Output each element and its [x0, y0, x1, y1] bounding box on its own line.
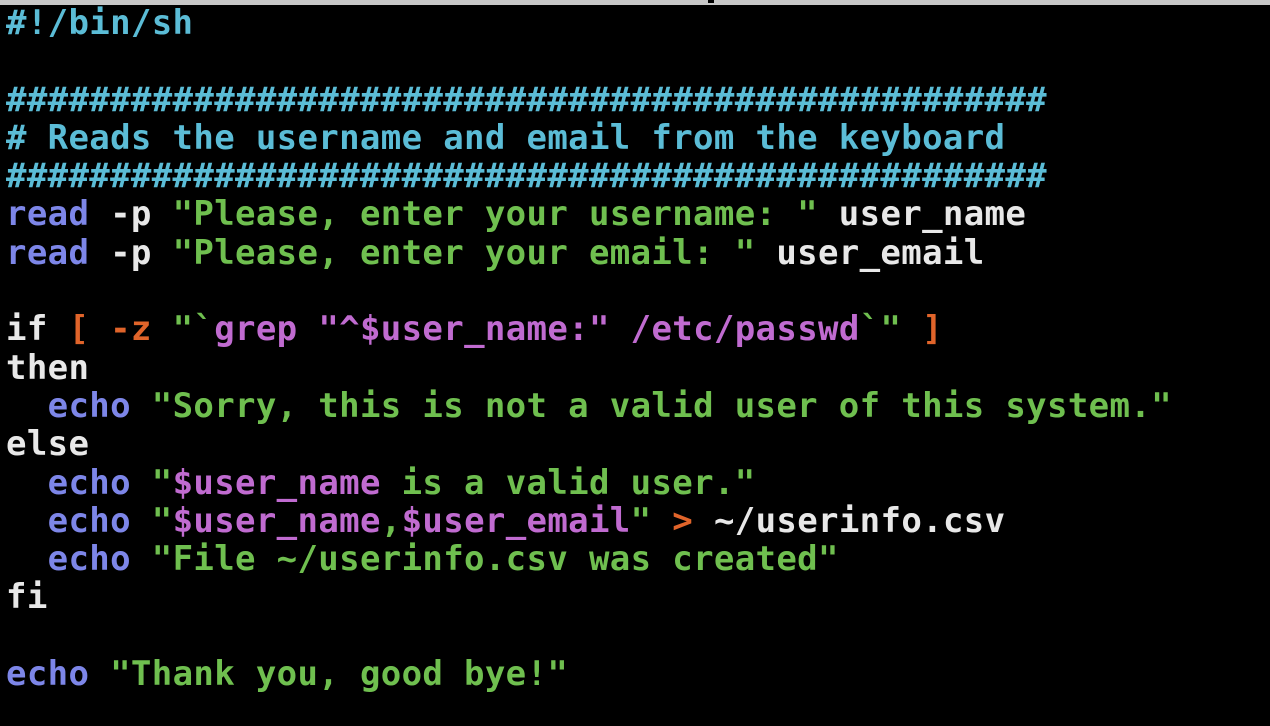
- code-token: -p: [89, 232, 173, 273]
- text-cursor-marker: [708, 0, 714, 3]
- code-token: ": [151, 462, 173, 503]
- code-line: echo "Sorry, this is not a valid user of…: [6, 387, 1266, 425]
- code-token: ": [151, 500, 173, 541]
- code-token: ]: [901, 309, 943, 350]
- code-line: if [ -z "`grep "^$user_name:" /etc/passw…: [6, 310, 1266, 348]
- terminal-window: #!/bin/sh ##############################…: [0, 0, 1270, 726]
- code-token: >: [651, 500, 714, 541]
- code-token: is a valid user.": [380, 462, 756, 503]
- code-token: "Please, enter your email: ": [172, 232, 756, 273]
- code-token: ~/userinfo.csv: [713, 500, 1006, 541]
- code-token: "Thank you, good bye!": [110, 654, 569, 695]
- code-token: [ -z: [68, 309, 173, 350]
- code-token: user_email: [755, 232, 985, 273]
- code-token: grep: [214, 309, 319, 350]
- code-line: # Reads the username and email from the …: [6, 119, 1266, 157]
- code-line: then: [6, 349, 1266, 387]
- code-token: ########################################…: [6, 79, 1047, 120]
- code-token: else: [6, 424, 90, 465]
- code-token: fi: [6, 577, 48, 618]
- code-line: read -p "Please, enter your email: " use…: [6, 234, 1266, 272]
- code-token: $user_name: [172, 462, 381, 503]
- code-token: ,: [380, 500, 402, 541]
- code-token: read: [6, 232, 90, 273]
- code-token: ########################################…: [6, 156, 1047, 197]
- code-token: "`: [172, 309, 215, 350]
- code-token: #!/bin/sh: [6, 3, 194, 43]
- code-token: "^$user_name:": [318, 309, 610, 350]
- code-token: echo: [47, 462, 131, 503]
- code-token: user_name: [817, 194, 1027, 235]
- code-line: echo "$user_name is a valid user.": [6, 462, 1266, 503]
- code-token: echo: [47, 385, 131, 426]
- code-token: $user_name: [172, 500, 381, 541]
- code-token: echo: [47, 539, 131, 580]
- code-line: #!/bin/sh: [6, 4, 1266, 42]
- code-line: ########################################…: [6, 79, 1266, 120]
- code-line: fi: [6, 578, 1266, 616]
- code-line: ########################################…: [6, 157, 1266, 195]
- code-line: echo "Thank you, good bye!": [6, 655, 1266, 693]
- code-line: else: [6, 425, 1266, 463]
- code-token: echo: [47, 500, 131, 541]
- code-token: # Reads the username and email from the …: [6, 117, 1006, 158]
- code-line: echo "$user_name,$user_email" > ~/userin…: [6, 502, 1266, 540]
- code-line: read -p "Please, enter your username: " …: [6, 195, 1266, 233]
- code-token: echo: [6, 654, 90, 695]
- code-editor[interactable]: #!/bin/sh ##############################…: [6, 4, 1266, 693]
- code-token: `": [859, 309, 902, 350]
- code-token: "File ~/userinfo.csv was created": [151, 539, 839, 580]
- code-token: if: [6, 309, 69, 350]
- code-token: ": [630, 500, 652, 541]
- code-token: $user_email: [401, 500, 631, 541]
- code-token: read: [6, 194, 90, 235]
- code-token: /etc/passwd: [609, 309, 860, 350]
- code-token: then: [6, 347, 90, 388]
- code-token: "Sorry, this is not a valid user of this…: [151, 385, 1172, 426]
- code-token: -p: [89, 194, 173, 235]
- code-token: "Please, enter your username: ": [172, 194, 818, 235]
- code-line: echo "File ~/userinfo.csv was created": [6, 540, 1266, 578]
